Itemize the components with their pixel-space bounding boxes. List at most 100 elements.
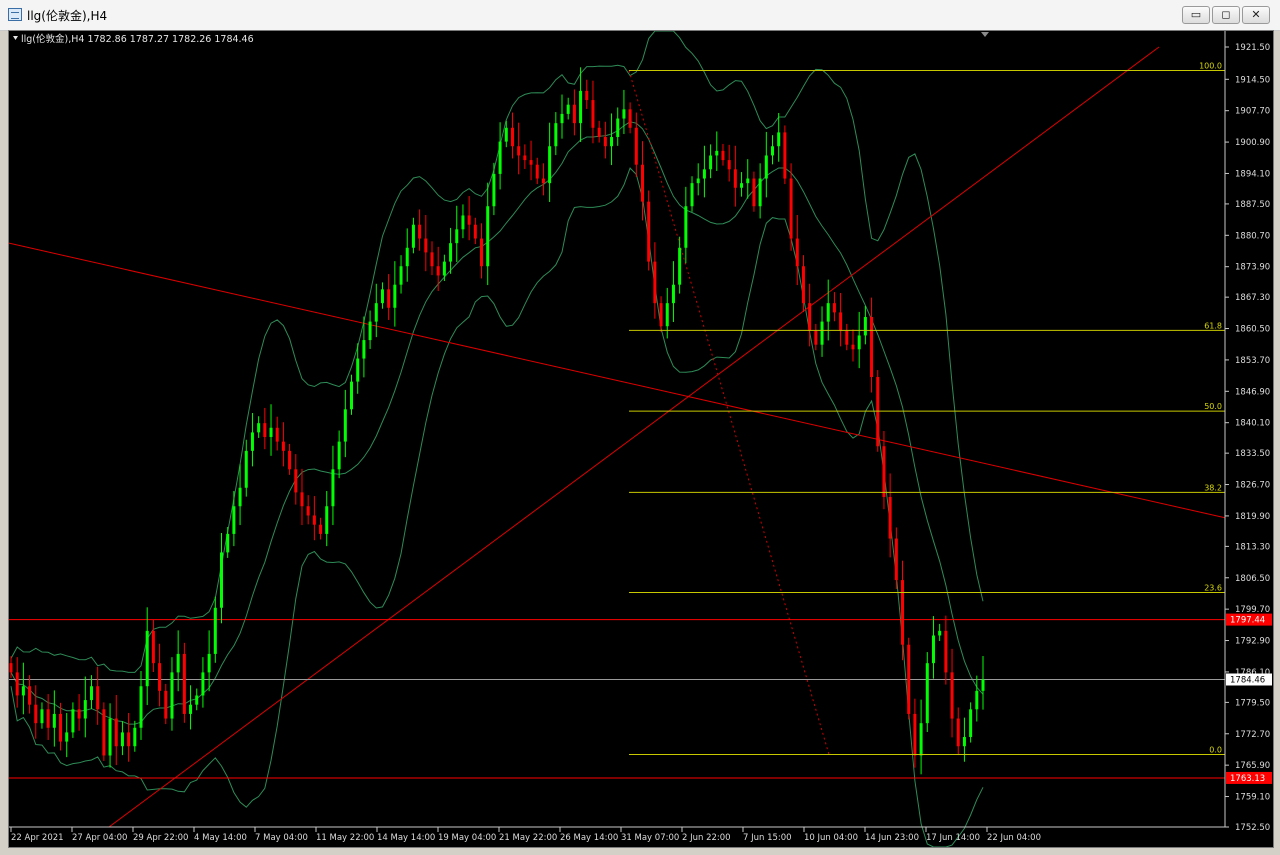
candle-body: [275, 427, 279, 442]
price-tick-label: 1880.70: [1235, 231, 1270, 241]
candle-body: [820, 321, 824, 345]
support-price-tag: 1763.13: [1226, 771, 1272, 784]
fibo-level-label: 23.6: [1204, 584, 1222, 593]
candle-body: [709, 155, 713, 170]
candle-body: [486, 206, 490, 267]
candle-body: [541, 178, 545, 184]
candle-body: [59, 713, 63, 742]
price-tick-label: 1873.90: [1235, 263, 1270, 273]
candle-body: [325, 506, 329, 534]
candle-body: [690, 183, 694, 207]
candle-body: [715, 150, 719, 156]
candle-body: [931, 635, 935, 664]
price-tick-label: 1853.70: [1235, 356, 1270, 366]
candle-body: [597, 127, 601, 137]
candle-body: [925, 663, 929, 724]
candle-body: [250, 432, 254, 451]
candle-body: [15, 672, 19, 696]
chart-area[interactable]: 100.0 61.8 50.0 38.2 23.6 0.0 1921.50 1914.50 1…: [8, 30, 1274, 848]
restore-button[interactable]: ◻: [1212, 6, 1240, 24]
price-chart[interactable]: 100.0 61.8 50.0 38.2 23.6 0.0 1921.50 1914.50 1…: [9, 31, 1273, 847]
candle-body: [455, 229, 459, 244]
time-tick-label: 17 Jun 14:00: [926, 833, 980, 843]
price-tick-label: 1887.50: [1235, 200, 1270, 210]
candle-body: [195, 695, 199, 705]
candle-body: [752, 178, 756, 207]
price-tick-label: 1819.90: [1235, 512, 1270, 522]
time-tick-label: 4 May 14:00: [194, 833, 247, 843]
title-bar[interactable]: llg(伦敦金),H4 ▭ ◻ ✕: [0, 0, 1280, 31]
candle-body: [350, 381, 354, 410]
candle-body: [387, 289, 391, 308]
chart-background: [9, 31, 1273, 847]
candle-body: [678, 247, 682, 285]
candle-body: [535, 164, 539, 179]
candle-body: [96, 686, 100, 710]
candle-body: [281, 441, 285, 451]
price-tick-label: 1772.70: [1235, 730, 1270, 740]
candle-body: [411, 224, 415, 248]
price-tick-label: 1900.90: [1235, 138, 1270, 148]
candle-body: [721, 150, 725, 161]
price-tick-label: 1894.10: [1235, 169, 1270, 179]
candle-body: [510, 127, 514, 147]
candle-body: [442, 261, 446, 276]
price-tick-label: 1907.70: [1235, 107, 1270, 117]
candle-body: [628, 109, 632, 128]
time-tick-label: 7 May 04:00: [255, 833, 308, 843]
candle-body: [127, 732, 131, 747]
candle-body: [585, 90, 589, 101]
time-tick-label: 22 Apr 2021: [11, 833, 64, 843]
candle-body: [671, 284, 675, 304]
candle-body: [944, 630, 948, 673]
chart-window-icon: [8, 8, 22, 21]
candle-body: [888, 497, 892, 539]
candle: [647, 190, 651, 271]
time-tick-label: 14 Jun 23:00: [865, 833, 919, 843]
candle-body: [34, 704, 38, 724]
candle-body: [449, 243, 453, 262]
candle-body: [473, 224, 477, 239]
candle-body: [300, 492, 304, 507]
candle-body: [263, 423, 267, 437]
time-tick-label: 19 May 04:00: [438, 833, 496, 843]
fibo-level-label: 61.8: [1204, 321, 1222, 330]
candle-body: [832, 303, 836, 313]
close-button[interactable]: ✕: [1242, 6, 1270, 24]
candle-body: [189, 704, 193, 714]
fibo-level-label: 50.0: [1204, 402, 1222, 411]
candle-body: [603, 137, 607, 147]
minimize-button[interactable]: ▭: [1182, 6, 1210, 24]
candle-body: [808, 303, 812, 331]
candle-body: [554, 123, 558, 147]
candle-body: [133, 727, 137, 747]
time-tick-label: 22 Jun 04:00: [987, 833, 1041, 843]
candle-body: [71, 709, 75, 733]
candle-body: [640, 164, 644, 202]
candle-body: [207, 653, 211, 673]
time-tick-label: 10 Jun 04:00: [804, 833, 858, 843]
price-tick-label: 1759.10: [1235, 793, 1270, 803]
candle-body: [201, 672, 205, 696]
time-tick-label: 7 Jun 15:00: [743, 833, 792, 843]
candle-body: [380, 289, 384, 304]
time-tick-label: 14 May 14:00: [377, 833, 435, 843]
terminal-window: llg(伦敦金),H4 ▭ ◻ ✕ 100.0 61.8 50.0 38.2 23.6 0…: [0, 0, 1280, 855]
candle: [182, 642, 186, 723]
candle-body: [170, 672, 174, 719]
candle-body: [857, 335, 861, 350]
time-tick-label: 29 Apr 22:00: [133, 833, 188, 843]
candle-body: [665, 303, 669, 327]
candle-body: [46, 709, 50, 728]
candle: [907, 637, 911, 720]
candle-body: [226, 533, 230, 553]
candle-body: [83, 700, 87, 719]
candle-body: [696, 178, 700, 184]
candle-body: [467, 215, 471, 225]
candle-body: [758, 178, 762, 207]
candle-body: [145, 630, 149, 687]
candle-body: [907, 644, 911, 714]
candle: [925, 652, 929, 733]
candle-body: [913, 713, 917, 756]
candle-body: [430, 252, 434, 267]
